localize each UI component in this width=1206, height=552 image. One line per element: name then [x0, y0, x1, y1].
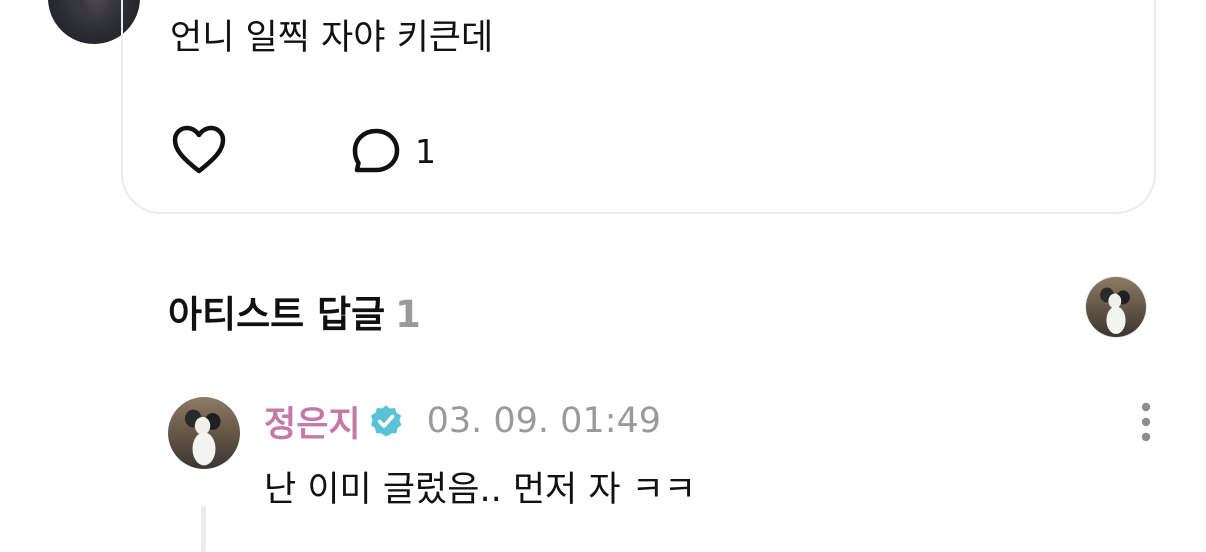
comment-card: 언니 일찍 자야 키큰데 1	[121, 0, 1156, 214]
artist-avatar-thumbnail[interactable]	[1086, 277, 1146, 337]
like-button[interactable]	[171, 124, 227, 176]
heart-outline-icon	[172, 125, 226, 174]
comment-text: 언니 일찍 자야 키큰데	[170, 18, 494, 58]
artist-reply-title: 아티스트 답글	[168, 293, 386, 336]
comment-thread-view: 언니 일찍 자야 키큰데 1 아티스트 답글 1 정은지 03. 09. 01:4…	[0, 0, 1206, 552]
artist-avatar-image	[1086, 277, 1146, 337]
reply-author-name[interactable]: 정은지	[264, 396, 361, 447]
more-options-button[interactable]	[1130, 402, 1162, 444]
reply-text: 난 이미 글렀음.. 먼저 자 ㅋㅋ	[264, 470, 697, 510]
reply-timestamp: 03. 09. 01:49	[426, 401, 662, 441]
reply-button[interactable]: 1	[351, 126, 436, 176]
speech-bubble-icon	[352, 128, 400, 173]
vertical-dots-icon	[1141, 402, 1151, 442]
reply-header: 정은지 03. 09. 01:49	[264, 396, 662, 447]
reply-author-avatar[interactable]	[168, 397, 240, 469]
verified-badge-icon	[370, 405, 402, 437]
artist-reply-count: 1	[395, 293, 421, 336]
thread-connector-line	[201, 506, 206, 552]
reply-count: 1	[415, 131, 436, 171]
reply-author-avatar-image	[168, 397, 240, 469]
artist-reply-heading: 아티스트 답글 1	[168, 284, 421, 338]
